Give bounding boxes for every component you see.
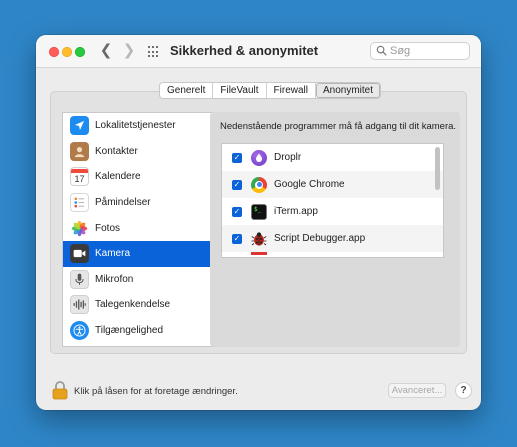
calendar-icon: 17 [70, 167, 89, 187]
sidebar-item-label: Talegenkendelse [95, 299, 171, 311]
forward-chevron-icon[interactable]: ❯ [122, 43, 136, 59]
app-list[interactable]: ✓ Droplr ✓ Google Chrome ✓ $_ iTerm.app … [221, 143, 444, 258]
show-all-grid-icon[interactable] [148, 46, 160, 58]
reminders-icon [70, 193, 89, 213]
help-button[interactable]: ? [455, 382, 472, 399]
chrome-checkbox[interactable]: ✓ [232, 179, 242, 190]
advanced-button[interactable]: Avanceret... [388, 383, 446, 398]
sidebar-item-label: Lokalitetstjenester [95, 120, 176, 132]
sidebar-item-camera[interactable]: Kamera [63, 240, 219, 267]
droplr-icon [251, 149, 267, 166]
waveform-icon [70, 295, 89, 315]
app-list-scrollbar[interactable] [435, 147, 440, 190]
iterm-checkbox[interactable]: ✓ [232, 206, 242, 217]
tab-privacy[interactable]: Anonymitet [315, 83, 381, 98]
lock-message: Klik på låsen for at foretage ændringer. [74, 386, 238, 397]
app-name: Script Debugger.app [274, 233, 366, 244]
app-name: Google Chrome [274, 179, 345, 190]
lock-icon[interactable] [52, 380, 68, 400]
panel-description: Nedenstående programmer må få adgang til… [220, 121, 457, 132]
sidebar-item-speech-recognition[interactable]: Talegenkendelse [63, 292, 219, 318]
sidebar-item-label: Påmindelser [95, 197, 151, 209]
tab-firewall[interactable]: Firewall [267, 83, 316, 98]
accessibility-icon [70, 321, 89, 341]
sidebar-item-label: Kalendere [95, 171, 141, 183]
app-row-script-debugger[interactable]: ✓ Script Debugger.app [222, 225, 443, 252]
contacts-icon [70, 141, 89, 161]
preferences-window: ❮ ❯ Sikkerhed & anonymitet Lokalitetstje… [36, 35, 481, 410]
permissions-panel: Nedenstående programmer må få adgang til… [210, 112, 460, 347]
sidebar-item-location[interactable]: Lokalitetstjenester [63, 113, 219, 139]
sidebar-item-label: Mikrofon [95, 273, 134, 285]
app-name: iTerm.app [274, 206, 318, 217]
search-icon [376, 45, 387, 56]
microphone-icon [70, 269, 89, 289]
app-row-iterm[interactable]: ✓ $_ iTerm.app [222, 198, 443, 225]
close-button[interactable] [49, 47, 59, 57]
partial-app-icon [251, 252, 267, 255]
app-row-partial [222, 252, 443, 257]
app-name: Droplr [274, 152, 302, 163]
script-debugger-icon [251, 231, 267, 247]
sidebar-item-label: Kamera [95, 248, 131, 260]
app-row-droplr[interactable]: ✓ Droplr [222, 144, 443, 171]
sidebar-item-accessibility[interactable]: Tilgængelighed [63, 318, 219, 344]
sidebar-item-label: Fotos [95, 222, 121, 234]
tab-filevault[interactable]: FileVault [213, 83, 267, 98]
search-field[interactable] [370, 42, 470, 60]
window-title: Sikkerhed & anonymitet [170, 43, 319, 58]
sidebar-item-photos[interactable]: Fotos [63, 215, 219, 241]
iterm-icon: $_ [251, 203, 267, 220]
calendar-day: 17 [74, 173, 85, 184]
sidebar-item-label: Tilgængelighed [95, 325, 164, 337]
droplr-checkbox[interactable]: ✓ [232, 152, 242, 163]
script-debugger-checkbox[interactable]: ✓ [232, 233, 242, 244]
search-input[interactable] [390, 44, 465, 58]
content-pane: Lokalitetstjenester Kontakter 17 Kalende… [50, 91, 467, 354]
zoom-button[interactable] [75, 47, 85, 57]
sidebar-item-calendars[interactable]: 17 Kalendere [63, 164, 219, 190]
location-arrow-icon [70, 116, 89, 136]
app-row-chrome[interactable]: ✓ Google Chrome [222, 171, 443, 198]
sidebar-item-microphone[interactable]: Mikrofon [63, 267, 219, 293]
sidebar-item-contacts[interactable]: Kontakter [63, 139, 219, 165]
chrome-icon [251, 176, 267, 193]
privacy-category-list[interactable]: Lokalitetstjenester Kontakter 17 Kalende… [62, 112, 220, 347]
tab-general[interactable]: Generelt [160, 83, 214, 98]
photos-icon [70, 218, 89, 238]
minimize-button[interactable] [62, 47, 72, 57]
tab-bar: Generelt FileVault Firewall Anonymitet [159, 82, 382, 99]
camera-icon [70, 244, 89, 264]
sidebar-item-reminders[interactable]: Påmindelser [63, 190, 219, 216]
back-chevron-icon[interactable]: ❮ [99, 43, 113, 59]
titlebar: ❮ ❯ Sikkerhed & anonymitet [36, 35, 481, 68]
sidebar-item-label: Kontakter [95, 145, 138, 157]
